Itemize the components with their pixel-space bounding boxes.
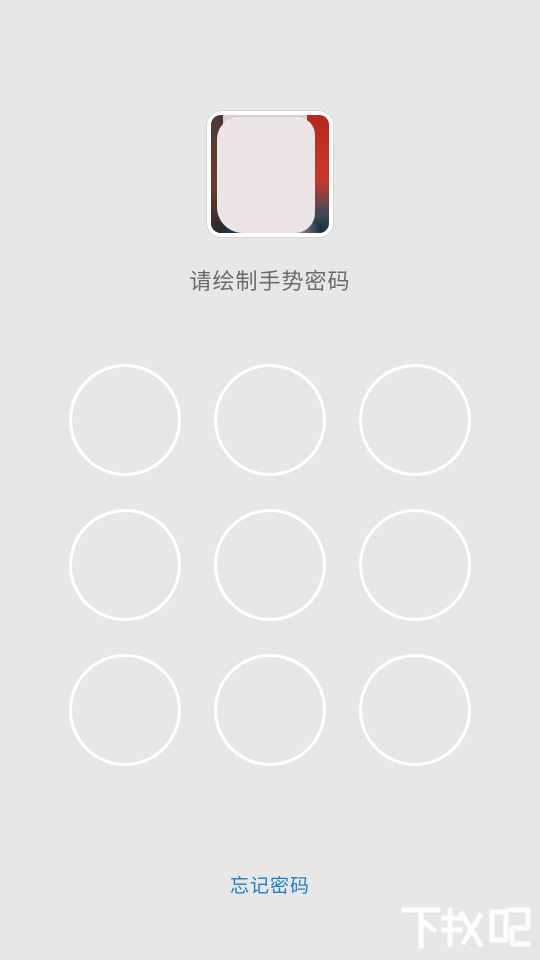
forgot-password-link[interactable]: 忘记密码 [0,871,540,898]
pattern-dot-7[interactable] [69,654,181,766]
pattern-dot-9[interactable] [359,654,471,766]
xiazaiba-watermark-logo [401,907,531,949]
avatar-photo [211,115,329,233]
pattern-dot-6[interactable] [359,509,471,621]
gesture-prompt: 请绘制手势密码 [189,270,351,295]
gesture-pattern-grid[interactable] [69,364,471,766]
pattern-dot-1[interactable] [69,364,181,476]
pattern-dot-2[interactable] [214,364,326,476]
pattern-dot-3[interactable] [359,364,471,476]
pattern-dot-4[interactable] [69,509,181,621]
user-avatar [207,111,333,237]
pattern-dot-8[interactable] [214,654,326,766]
pattern-dot-5[interactable] [214,509,326,621]
